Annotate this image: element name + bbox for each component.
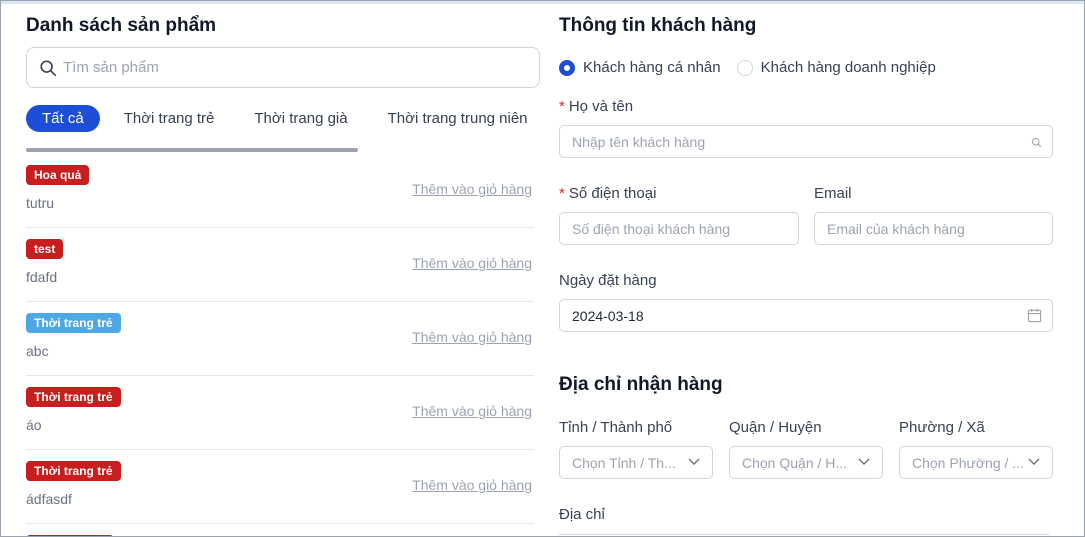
- radio-individual[interactable]: Khách hàng cá nhân: [559, 59, 721, 76]
- search-icon: [40, 59, 57, 76]
- ward-placeholder: Chọn Phường / ...: [912, 454, 1024, 471]
- full-name-input[interactable]: Nhập tên khách hàng: [559, 125, 1053, 158]
- list-item: Thời trang trẻ ádfasdf Thêm vào giỏ hàng: [26, 450, 534, 524]
- product-list-title: Danh sách sản phẩm: [26, 15, 217, 36]
- order-date-label: Ngày đặt hàng: [559, 272, 657, 289]
- customer-type-radio-group: Khách hàng cá nhân Khách hàng doanh nghi…: [559, 59, 952, 76]
- ward-select[interactable]: Chọn Phường / ...: [899, 446, 1053, 479]
- search-placeholder: Tìm sản phẩm: [63, 59, 159, 76]
- tab-all[interactable]: Tất cả: [26, 104, 100, 132]
- list-item: Hoa quả tutru Thêm vào giỏ hàng: [26, 154, 534, 228]
- full-name-label: * Họ và tên: [559, 98, 633, 115]
- tab-thoi-trang-tre[interactable]: Thời trang trẻ: [124, 110, 215, 127]
- phone-label: * Số điện thoại: [559, 185, 656, 202]
- product-name: tutru: [26, 195, 55, 211]
- app-window: Danh sách sản phẩm Tìm sản phẩm Tất cả T…: [0, 0, 1085, 537]
- chevron-down-icon: [688, 458, 700, 465]
- email-input[interactable]: Email của khách hàng: [814, 212, 1053, 245]
- product-name: abc: [26, 343, 49, 359]
- radio-checked-icon: [559, 59, 575, 76]
- search-icon: [1031, 137, 1042, 148]
- product-list-panel: Danh sách sản phẩm Tìm sản phẩm Tất cả T…: [2, 4, 549, 536]
- category-tabs: Tất cả Thời trang trẻ Thời trang già Thờ…: [26, 103, 549, 133]
- email-label: Email: [814, 185, 852, 202]
- list-item: Thời trang trẻ áo Thêm vào giỏ hàng: [26, 376, 534, 450]
- product-name: ádfasdf: [26, 491, 72, 507]
- district-placeholder: Chọn Quận / H...: [742, 454, 848, 471]
- add-to-cart-link[interactable]: Thêm vào giỏ hàng: [412, 255, 532, 271]
- customer-info-title: Thông tin khách hàng: [559, 15, 757, 36]
- add-to-cart-link[interactable]: Thêm vào giỏ hàng: [412, 403, 532, 419]
- list-item-partial: [26, 524, 534, 536]
- product-name: fdafd: [26, 269, 58, 285]
- required-asterisk: *: [559, 185, 565, 202]
- product-name: áo: [26, 417, 42, 433]
- phone-input[interactable]: Số điện thoại khách hàng: [559, 212, 799, 245]
- full-name-label-text: Họ và tên: [568, 98, 634, 115]
- phone-placeholder: Số điện thoại khách hàng: [572, 220, 731, 237]
- add-to-cart-link[interactable]: Thêm vào giỏ hàng: [412, 477, 532, 493]
- shipping-address-title: Địa chỉ nhận hàng: [559, 374, 723, 395]
- province-placeholder: Chọn Tỉnh / Th...: [572, 454, 676, 471]
- add-to-cart-link[interactable]: Thêm vào giỏ hàng: [412, 181, 532, 197]
- tab-thoi-trang-trung-nien[interactable]: Thời trang trung niên: [388, 110, 528, 127]
- province-label: Tỉnh / Thành phố: [559, 419, 673, 436]
- radio-business[interactable]: Khách hàng doanh nghiệp: [736, 59, 936, 76]
- tab-thoi-trang-gia[interactable]: Thời trang già: [254, 110, 347, 127]
- ward-label: Phường / Xã: [899, 419, 985, 436]
- phone-label-text: Số điện thoại: [568, 185, 657, 202]
- province-select[interactable]: Chọn Tỉnh / Th...: [559, 446, 713, 479]
- calendar-icon: [1027, 308, 1042, 323]
- product-list: Hoa quả tutru Thêm vào giỏ hàng test fda…: [26, 154, 534, 536]
- district-label: Quận / Huyện: [729, 419, 822, 436]
- order-date-value: 2024-03-18: [572, 307, 644, 324]
- email-placeholder: Email của khách hàng: [827, 220, 965, 237]
- order-date-picker[interactable]: 2024-03-18: [559, 299, 1053, 332]
- category-badge: Thời trang trẻ: [26, 387, 121, 407]
- category-badge: Thời trang trẻ: [26, 313, 121, 333]
- radio-business-label: Khách hàng doanh nghiệp: [760, 59, 936, 76]
- radio-unchecked-icon: [736, 59, 753, 76]
- category-badge: Hoa quả: [26, 165, 90, 185]
- chevron-down-icon: [858, 458, 870, 465]
- address-label: Địa chỉ: [559, 506, 605, 523]
- district-select[interactable]: Chọn Quận / H...: [729, 446, 883, 479]
- chevron-down-icon: [1028, 458, 1040, 465]
- tabs-scrollbar[interactable]: [26, 148, 358, 152]
- full-name-placeholder: Nhập tên khách hàng: [572, 133, 706, 150]
- product-search-input[interactable]: Tìm sản phẩm: [26, 47, 540, 88]
- add-to-cart-link[interactable]: Thêm vào giỏ hàng: [412, 329, 532, 345]
- address-input-top-edge[interactable]: [559, 534, 1049, 535]
- list-item: test fdafd Thêm vào giỏ hàng: [26, 228, 534, 302]
- list-item: Thời trang trẻ abc Thêm vào giỏ hàng: [26, 302, 534, 376]
- category-badge: test: [26, 239, 64, 259]
- required-asterisk: *: [559, 98, 565, 115]
- radio-individual-label: Khách hàng cá nhân: [583, 59, 721, 76]
- customer-info-panel: Thông tin khách hàng Khách hàng cá nhân …: [549, 4, 1084, 536]
- category-badge: Thời trang trẻ: [26, 461, 121, 481]
